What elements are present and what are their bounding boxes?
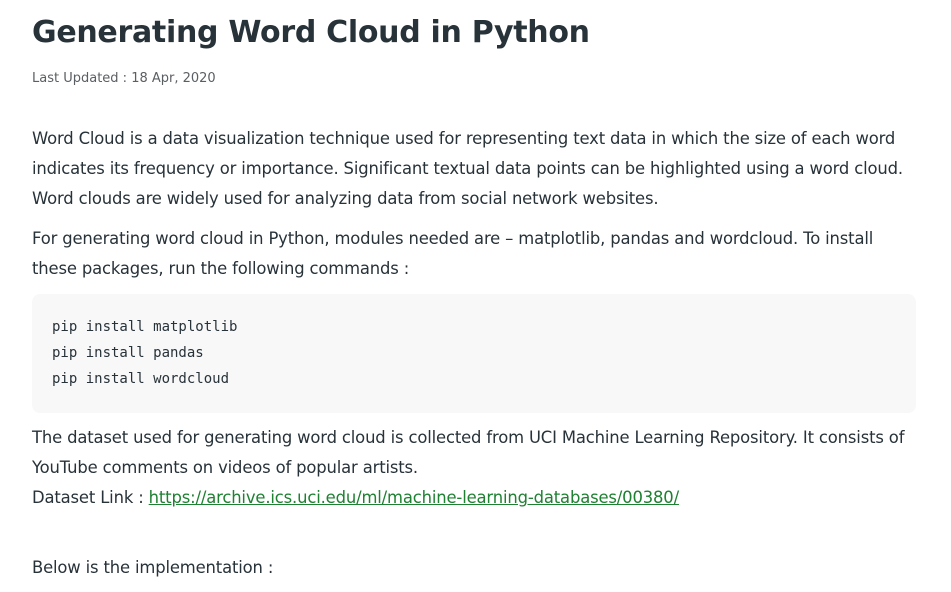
code-line: pip install wordcloud xyxy=(52,371,230,387)
code-block: pip install matplotlib pip install panda… xyxy=(32,294,916,413)
implementation-paragraph: Below is the implementation : xyxy=(32,558,274,577)
last-updated: Last Updated : 18 Apr, 2020 xyxy=(32,71,216,86)
dataset-paragraph: The dataset used for generating word clo… xyxy=(32,423,916,513)
intro-paragraph: Word Cloud is a data visualization techn… xyxy=(32,129,903,208)
article: Generating Word Cloud in Python Last Upd… xyxy=(32,0,916,583)
dataset-description: The dataset used for generating word clo… xyxy=(32,428,905,477)
dataset-link-label: Dataset Link : xyxy=(32,488,149,507)
code-line: pip install pandas xyxy=(52,345,204,361)
dataset-link[interactable]: https://archive.ics.uci.edu/ml/machine-l… xyxy=(149,488,679,507)
modules-paragraph: For generating word cloud in Python, mod… xyxy=(32,229,874,278)
page-title: Generating Word Cloud in Python xyxy=(32,15,590,50)
code-line: pip install matplotlib xyxy=(52,319,238,335)
